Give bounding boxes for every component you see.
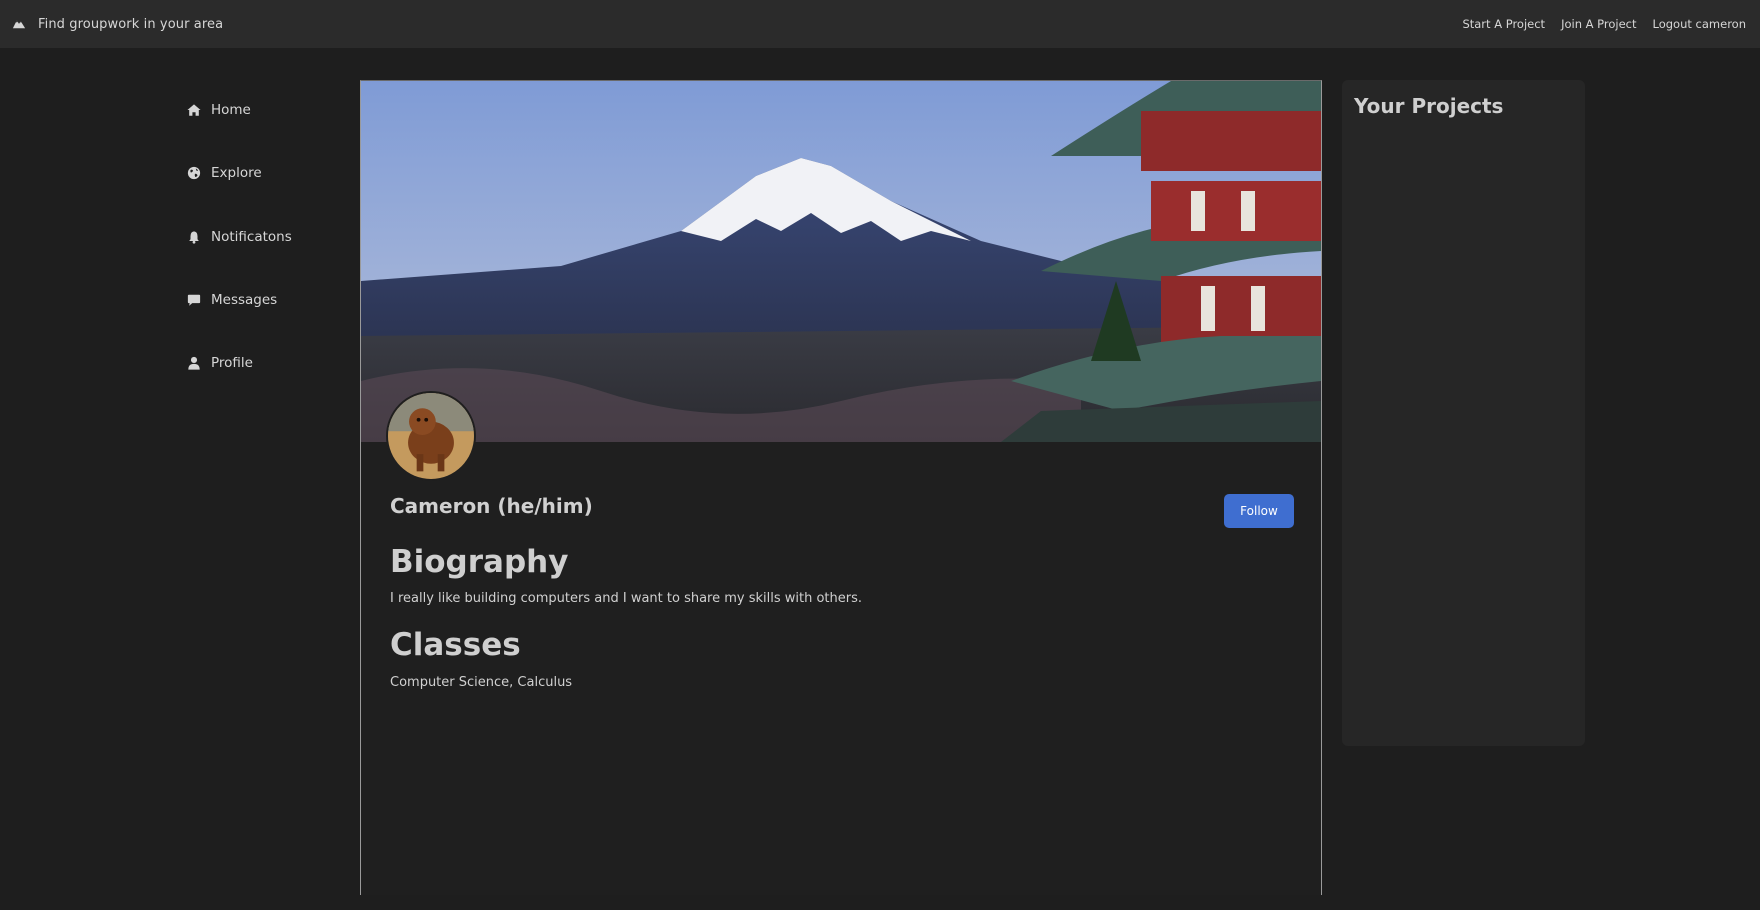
top-navbar: Find groupwork in your area Start A Proj… <box>0 0 1760 48</box>
classes-heading: Classes <box>390 627 521 663</box>
sidebar-item-profile[interactable]: Profile <box>187 353 337 373</box>
follow-button[interactable]: Follow <box>1224 494 1294 528</box>
start-project-link[interactable]: Start A Project <box>1462 17 1545 31</box>
sidebar-item-label: Notificatons <box>211 228 292 245</box>
globe-icon <box>187 166 201 180</box>
biography-heading: Biography <box>390 544 569 580</box>
sidebar: Home Explore Notificatons Messages Profi… <box>187 100 337 416</box>
bell-icon <box>187 230 201 244</box>
sidebar-item-explore[interactable]: Explore <box>187 163 337 183</box>
mountain-icon <box>12 15 26 34</box>
banner-image <box>361 81 1321 442</box>
sidebar-item-notifications[interactable]: Notificatons <box>187 227 337 247</box>
brand-text: Find groupwork in your area <box>38 16 224 32</box>
sidebar-item-messages[interactable]: Messages <box>187 290 337 310</box>
top-nav-links: Start A Project Join A Project Logout ca… <box>1462 17 1748 31</box>
join-project-link[interactable]: Join A Project <box>1561 17 1636 31</box>
message-icon <box>187 293 201 307</box>
sidebar-item-label: Profile <box>211 355 253 372</box>
profile-panel: Cameron (he/him) Follow Biography I real… <box>360 80 1322 895</box>
user-icon <box>187 356 201 370</box>
brand[interactable]: Find groupwork in your area <box>12 15 223 34</box>
sidebar-item-label: Explore <box>211 165 262 182</box>
your-projects-panel: Your Projects <box>1342 80 1585 746</box>
profile-name: Cameron (he/him) <box>390 494 593 518</box>
sidebar-item-label: Home <box>211 102 251 118</box>
logout-link[interactable]: Logout cameron <box>1653 17 1746 31</box>
sidebar-item-home[interactable]: Home <box>187 100 337 120</box>
home-icon <box>187 103 201 117</box>
sidebar-item-label: Messages <box>211 291 278 308</box>
biography-text: I really like building computers and I w… <box>390 591 863 606</box>
classes-text: Computer Science, Calculus <box>390 675 573 690</box>
avatar[interactable] <box>386 391 476 481</box>
your-projects-title: Your Projects <box>1354 94 1504 118</box>
